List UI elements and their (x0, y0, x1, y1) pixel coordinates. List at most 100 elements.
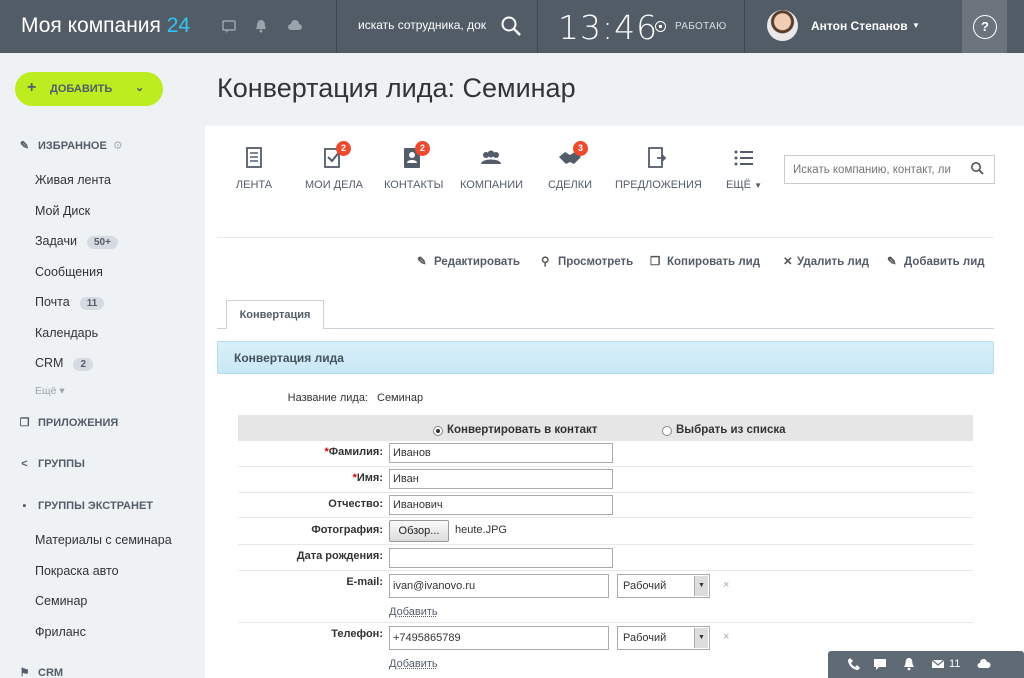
row-divider (238, 544, 973, 545)
gear-icon[interactable]: ⚙ (113, 140, 123, 152)
crm-menu-tasks[interactable]: МОИ ДЕЛА (305, 145, 361, 191)
sidebar-item-mail[interactable]: Почта 11 (35, 295, 104, 310)
tab-conversion[interactable]: Конвертация (226, 300, 324, 329)
copy-lead-button[interactable]: ❐ Копировать лид (650, 254, 760, 268)
row-divider (238, 622, 973, 623)
company-logo[interactable]: Моя компания 24 (21, 14, 190, 38)
middle-name-field[interactable] (389, 495, 613, 515)
sidebar-item-label: Календарь (35, 326, 98, 340)
counter-badge: 2 (336, 141, 351, 156)
plus-icon: + (27, 79, 36, 97)
add-email-link[interactable]: Добавить (389, 606, 438, 618)
middle-name-label: Отчество: (240, 498, 383, 510)
feed-icon (241, 145, 267, 171)
sidebar-item-extranet-painting[interactable]: Покраска авто (35, 564, 119, 578)
field-label: Фамилия: (329, 446, 383, 458)
email-delete-icon[interactable]: × (723, 579, 729, 591)
mail-icon[interactable] (931, 657, 945, 671)
sidebar-item-disk[interactable]: Мой Диск (35, 204, 90, 218)
search-icon[interactable] (970, 161, 984, 175)
cloud-icon[interactable] (977, 657, 991, 671)
lead-name-value: Семинар (377, 392, 423, 404)
add-button[interactable]: + ДОБАВИТЬ ⌄ (15, 72, 163, 106)
sidebar-item-feed[interactable]: Живая лента (35, 173, 111, 187)
sidebar-item-extranet-materials[interactable]: Материалы с семинара (35, 533, 172, 547)
help-button[interactable]: ? (973, 15, 997, 39)
crm-menu-quotes[interactable]: ПРЕДЛОЖЕНИЯ (615, 145, 697, 191)
add-button-label: ДОБАВИТЬ (50, 83, 112, 95)
edit-lead-button[interactable]: ✎ Редактировать (417, 254, 520, 268)
birthday-field[interactable] (389, 548, 613, 568)
add-lead-button[interactable]: ✎ Добавить лид (887, 254, 985, 268)
favorites-section[interactable]: ✎ ИЗБРАННОЕ ⚙ (18, 139, 123, 152)
bell-icon[interactable] (253, 18, 269, 34)
counter-badge: 11 (80, 297, 105, 310)
chat-icon[interactable] (873, 657, 887, 671)
crm-menu-label: ЕЩЁ (726, 179, 751, 191)
pencil-icon: ✎ (417, 254, 431, 268)
sidebar-item-crm[interactable]: CRM 2 (35, 356, 93, 371)
companies-icon (478, 145, 504, 171)
crm-search-input[interactable] (784, 155, 995, 184)
global-search-input[interactable]: искать сотрудника, док (358, 18, 486, 32)
bottom-toolbar: 11 (828, 651, 1024, 678)
cloud-icon[interactable] (287, 18, 303, 34)
phone-field[interactable] (389, 626, 609, 650)
phone-icon[interactable] (847, 657, 861, 671)
convert-to-contact-label[interactable]: Конвертировать в контакт (447, 424, 597, 436)
phone-type-select[interactable]: Рабочий ▼ (617, 626, 710, 650)
groups-section[interactable]: < ГРУППЫ (18, 458, 85, 470)
search-icon[interactable] (500, 15, 522, 37)
crm-menu-contacts[interactable]: КОНТАКТЫ (384, 145, 440, 191)
delete-lead-button[interactable]: ✕ Удалить лид (783, 254, 869, 268)
first-name-field[interactable] (389, 469, 613, 489)
sidebar-item-tasks[interactable]: Задачи 50+ (35, 234, 118, 249)
view-lead-button[interactable]: ⚲ Просмотреть (541, 254, 633, 268)
divider (336, 0, 337, 53)
bell-icon[interactable] (902, 657, 916, 671)
logo-text: Моя компания (21, 14, 161, 37)
sidebar-item-label: Почта (35, 295, 70, 309)
sidebar-item-extranet-freelance[interactable]: Фриланс (35, 625, 86, 639)
select-from-list-label[interactable]: Выбрать из списка (676, 424, 786, 436)
sidebar-item-label: Фриланс (35, 625, 86, 639)
field-label: Имя: (357, 472, 383, 484)
chat-icon[interactable] (221, 18, 237, 34)
first-name-label: *Имя: (240, 472, 383, 484)
avatar[interactable] (767, 10, 798, 41)
crm-menu-more[interactable]: ЕЩЁ ▼ (726, 145, 762, 191)
sidebar-item-label: Живая лента (35, 173, 111, 187)
row-divider (238, 466, 973, 467)
work-status[interactable]: РАБОТАЮ (675, 21, 727, 32)
apps-section[interactable]: ❒ ПРИЛОЖЕНИЯ (18, 416, 118, 429)
lead-name-label: Название лида: (240, 392, 368, 404)
email-field[interactable] (389, 574, 609, 598)
sidebar-more-link[interactable]: Ещё ▾ (35, 385, 65, 397)
email-type-select[interactable]: Рабочий ▼ (617, 574, 710, 598)
sidebar-item-extranet-seminar[interactable]: Семинар (35, 594, 87, 608)
last-name-label: *Фамилия: (240, 446, 383, 458)
crm-menu-feed[interactable]: ЛЕНТА (230, 145, 278, 191)
extranet-section[interactable]: ▪ ГРУППЫ ЭКСТРАНЕТ (18, 500, 153, 512)
sidebar-item-label: Семинар (35, 594, 87, 608)
phone-delete-icon[interactable]: × (723, 631, 729, 643)
last-name-field[interactable] (389, 443, 613, 463)
sidebar-item-calendar[interactable]: Календарь (35, 326, 98, 340)
user-name[interactable]: Антон Степанов (811, 19, 908, 33)
caret-down-icon[interactable]: ▼ (912, 21, 920, 30)
browse-button[interactable]: Обзор... (389, 520, 449, 542)
select-from-list-radio[interactable] (662, 426, 672, 436)
add-phone-link[interactable]: Добавить (389, 658, 438, 670)
crm-section[interactable]: ⚑ CRM (18, 666, 63, 678)
divider (217, 237, 994, 238)
apps-title: ПРИЛОЖЕНИЯ (38, 417, 118, 429)
crm-menu-label: ЛЕНТА (236, 179, 272, 191)
convert-to-contact-radio[interactable] (433, 426, 443, 436)
photo-filename: heute.JPG (455, 524, 507, 536)
logo-number: 24 (167, 14, 190, 37)
sidebar-item-messages[interactable]: Сообщения (35, 265, 103, 279)
divider (744, 0, 745, 53)
row-divider (238, 492, 973, 493)
stop-icon[interactable] (655, 21, 666, 32)
crm-menu-companies[interactable]: КОМПАНИИ (460, 145, 522, 191)
